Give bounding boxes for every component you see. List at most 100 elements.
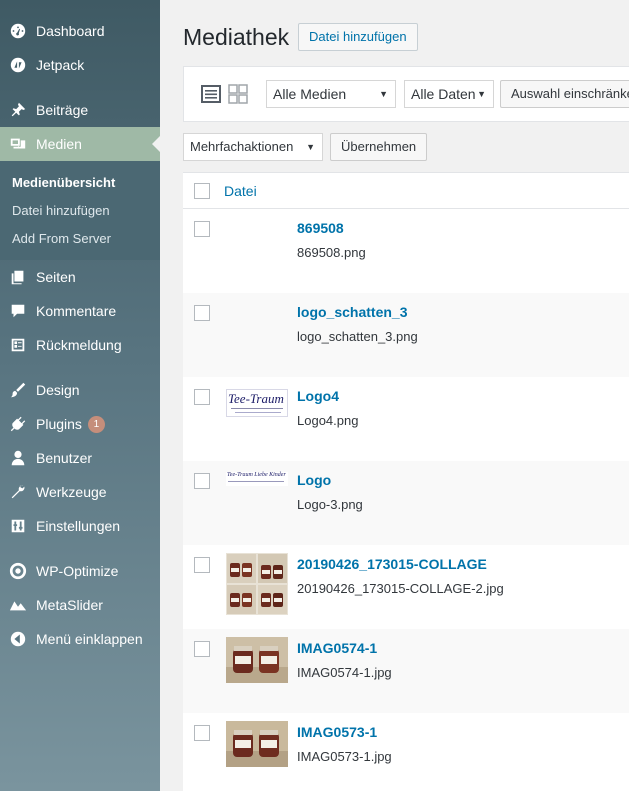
list-view-icon[interactable] <box>201 84 221 104</box>
table-header: Datei <box>183 173 629 209</box>
menu-label: Medien <box>36 136 82 152</box>
row-checkbox[interactable] <box>194 725 210 741</box>
menu-item-plugins[interactable]: Plugins 1 <box>0 407 160 441</box>
brush-icon <box>0 381 36 399</box>
media-thumbnail[interactable] <box>226 301 288 363</box>
media-filename: Logo-3.png <box>297 497 363 512</box>
add-new-button[interactable]: Datei hinzufügen <box>298 23 418 51</box>
chevron-down-icon: ▼ <box>379 89 388 99</box>
menu-item-einstellungen[interactable]: Einstellungen <box>0 509 160 543</box>
media-title-link[interactable]: IMAG0574-1 <box>297 640 377 656</box>
media-toolbar: Alle Medien ▼ Alle Daten ▼ Auswahl einsc… <box>183 66 629 122</box>
menu-label: MetaSlider <box>36 597 103 613</box>
media-thumbnail-photo[interactable] <box>226 721 288 783</box>
main-content: Mediathek Datei hinzufügen Alle Medien ▼… <box>160 0 629 791</box>
media-thumbnail-logo[interactable]: Tee-Traum Liebe Kinder <box>226 469 288 531</box>
jars-thumbnail-image <box>226 637 288 683</box>
media-icon <box>0 135 36 153</box>
logo-thumbnail-text: Tee-Traum <box>228 391 284 406</box>
submenu-medienuebersicht[interactable]: Medienübersicht <box>12 175 115 190</box>
row-checkbox[interactable] <box>194 473 210 489</box>
user-icon <box>0 449 36 467</box>
page-title: Mediathek <box>183 24 290 50</box>
dashboard-icon <box>0 22 36 40</box>
menu-label: Menü einklappen <box>36 631 143 647</box>
table-row: Tee-Traum Liebe Kinder Logo Logo-3.png <box>183 461 629 545</box>
chevron-down-icon: ▼ <box>306 142 315 152</box>
apply-button[interactable]: Übernehmen <box>330 133 428 161</box>
collapse-icon <box>0 630 36 648</box>
column-header-file[interactable]: Datei <box>224 183 257 199</box>
date-filter-value: Alle Daten <box>411 86 476 102</box>
media-title-link[interactable]: IMAG0573-1 <box>297 724 377 740</box>
menu-item-beitraege[interactable]: Beiträge <box>0 93 160 127</box>
submenu-datei-hinzufuegen[interactable]: Datei hinzufügen <box>12 203 110 218</box>
row-checkbox[interactable] <box>194 221 210 237</box>
menu-label: Kommentare <box>36 303 117 319</box>
row-checkbox[interactable] <box>194 641 210 657</box>
wp-optimize-icon <box>0 562 36 580</box>
menu-label: Rückmeldung <box>36 337 122 353</box>
media-type-filter[interactable]: Alle Medien ▼ <box>266 80 396 108</box>
menu-label: Einstellungen <box>36 518 121 534</box>
menu-label: Seiten <box>36 269 76 285</box>
row-checkbox[interactable] <box>194 389 210 405</box>
grid-view-icon[interactable] <box>228 84 248 104</box>
settings-icon <box>0 517 36 535</box>
select-all-checkbox[interactable] <box>194 183 210 199</box>
plugin-icon <box>0 415 36 433</box>
table-row: logo_schatten_3 logo_schatten_3.png <box>183 293 629 377</box>
logo-line <box>231 408 283 409</box>
submenu-add-from-server[interactable]: Add From Server <box>12 231 111 246</box>
date-filter[interactable]: Alle Daten ▼ <box>404 80 494 108</box>
menu-label: Benutzer <box>36 450 93 466</box>
menu-label: Design <box>36 382 80 398</box>
feedback-icon <box>0 336 36 354</box>
media-title-link[interactable]: 20190426_173015-COLLAGE <box>297 556 487 572</box>
logo-line <box>235 412 281 413</box>
plugin-update-badge: 1 <box>87 415 105 433</box>
jetpack-icon <box>0 56 36 74</box>
media-filename: logo_schatten_3.png <box>297 329 418 344</box>
menu-item-medien[interactable]: Medien <box>0 127 160 161</box>
media-thumbnail-logo[interactable]: Tee-Traum <box>226 385 288 447</box>
row-checkbox[interactable] <box>194 305 210 321</box>
collage-thumbnail-image <box>226 553 288 615</box>
media-title-link[interactable]: 869508 <box>297 220 344 236</box>
media-table: Datei 869508 869508.png logo_schatten_3 … <box>183 172 629 791</box>
jars-thumbnail-image <box>226 721 288 767</box>
menu-item-jetpack[interactable]: Jetpack <box>0 48 160 82</box>
menu-item-rueckmeldung[interactable]: Rückmeldung <box>0 328 160 362</box>
media-title-link[interactable]: Logo4 <box>297 388 339 404</box>
pin-icon <box>0 101 36 119</box>
bulk-actions-select[interactable]: Mehrfachaktionen ▼ <box>183 133 323 161</box>
menu-label: WP-Optimize <box>36 563 119 579</box>
media-title-link[interactable]: Logo <box>297 472 331 488</box>
table-row: 869508 869508.png <box>183 209 629 293</box>
media-thumbnail[interactable] <box>226 217 288 279</box>
row-checkbox[interactable] <box>194 557 210 573</box>
table-row: Tee-Traum Logo4 Logo4.png <box>183 377 629 461</box>
menu-label: Werkzeuge <box>36 484 107 500</box>
bulk-select-button[interactable]: Auswahl einschränken <box>500 80 629 108</box>
menu-item-kommentare[interactable]: Kommentare <box>0 294 160 328</box>
menu-item-metaslider[interactable]: MetaSlider <box>0 588 160 622</box>
menu-item-benutzer[interactable]: Benutzer <box>0 441 160 475</box>
menu-item-collapse[interactable]: Menü einklappen <box>0 622 160 656</box>
bulk-actions-value: Mehrfachaktionen <box>190 139 294 154</box>
media-thumbnail-photo[interactable] <box>226 553 288 615</box>
wrench-icon <box>0 483 36 501</box>
media-title-link[interactable]: logo_schatten_3 <box>297 304 407 320</box>
table-row: 20190426_173015-COLLAGE 20190426_173015-… <box>183 545 629 629</box>
media-type-filter-value: Alle Medien <box>273 86 347 102</box>
menu-item-wp-optimize[interactable]: WP-Optimize <box>0 554 160 588</box>
menu-item-seiten[interactable]: Seiten <box>0 260 160 294</box>
menu-item-design[interactable]: Design <box>0 373 160 407</box>
media-filename: 20190426_173015-COLLAGE-2.jpg <box>297 581 504 596</box>
logo-thumbnail-text: Tee-Traum Liebe Kinder <box>227 472 286 478</box>
menu-item-dashboard[interactable]: Dashboard <box>0 14 160 48</box>
table-row: IMAG0573-1 IMAG0573-1.jpg <box>183 713 629 791</box>
media-thumbnail-photo[interactable] <box>226 637 288 699</box>
metaslider-icon <box>0 596 36 614</box>
menu-item-werkzeuge[interactable]: Werkzeuge <box>0 475 160 509</box>
